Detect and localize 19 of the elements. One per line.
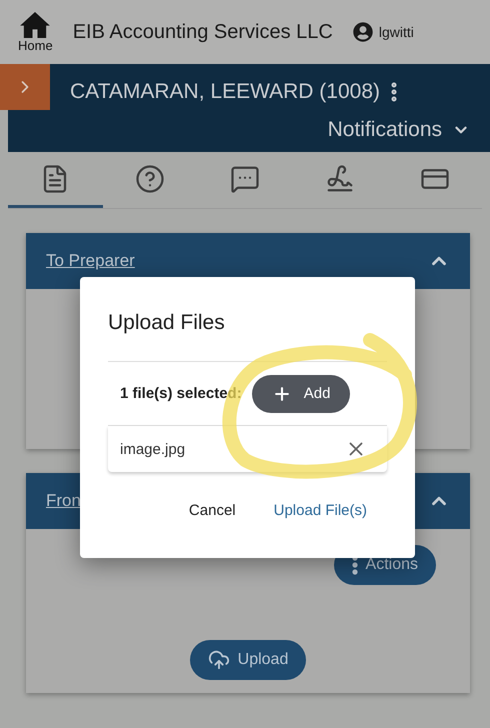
signature-icon <box>324 164 355 194</box>
chat-icon <box>230 164 260 194</box>
house-icon <box>20 12 50 38</box>
company-name: EIB Accounting Services LLC <box>72 20 333 44</box>
panel-title-link[interactable]: To Preparer <box>46 251 135 271</box>
cancel-button[interactable]: Cancel <box>188 502 236 519</box>
user-name: lgwitti <box>378 24 414 40</box>
help-icon <box>135 164 166 194</box>
upload-button[interactable]: Upload <box>190 640 306 680</box>
cloud-upload-icon <box>208 649 230 671</box>
home-link[interactable]: Home <box>18 12 53 52</box>
file-name: image.jpg <box>120 440 186 458</box>
dialog-title: Upload Files <box>108 310 226 336</box>
client-name: CATAMARAN, LEEWARD (1008) <box>70 80 380 104</box>
upload-files-button[interactable]: Upload File(s) <box>274 502 367 519</box>
user-icon <box>352 22 373 42</box>
panel-title-link[interactable]: Fron <box>46 491 81 511</box>
add-button[interactable]: Add <box>252 374 350 412</box>
notifications-dropdown[interactable]: Notifications <box>328 114 470 146</box>
